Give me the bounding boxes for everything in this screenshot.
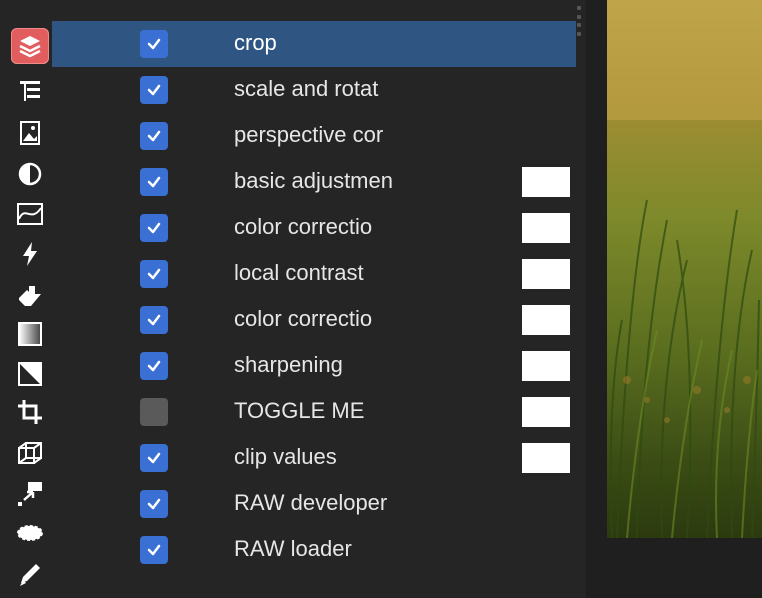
- module-label: basic adjustmen: [234, 168, 393, 193]
- mask-swatch[interactable]: [522, 259, 570, 289]
- checkmark-icon: [146, 266, 162, 282]
- module-row[interactable]: sharpening: [52, 343, 576, 389]
- module-label: color correctio: [234, 306, 373, 331]
- tool-gradient-button[interactable]: [11, 316, 49, 352]
- checkmark-icon: [146, 220, 162, 236]
- checkmark-icon: [146, 82, 162, 98]
- module-checkbox[interactable]: [140, 76, 168, 104]
- checkmark-icon: [146, 36, 162, 52]
- diagonal-icon: [15, 359, 45, 389]
- checkmark-icon: [146, 174, 162, 190]
- module-checkbox[interactable]: [140, 306, 168, 334]
- image-canvas: [586, 0, 762, 598]
- mask-swatch[interactable]: [522, 305, 570, 335]
- lightning-icon: [15, 239, 45, 269]
- layers-icon: [15, 31, 45, 61]
- tool-tree-button[interactable]: [11, 73, 49, 109]
- module-row[interactable]: perspective cor: [52, 113, 576, 159]
- ellipse-icon: [15, 518, 45, 548]
- module-row[interactable]: crop: [52, 21, 576, 67]
- module-checkbox[interactable]: [140, 30, 168, 58]
- module-row[interactable]: color correctio: [52, 297, 576, 343]
- tool-dropper-button[interactable]: [11, 277, 49, 313]
- module-checkbox[interactable]: [140, 444, 168, 472]
- module-label: TOGGLE ME: [234, 398, 365, 423]
- checkmark-icon: [146, 312, 162, 328]
- module-label: RAW developer: [234, 490, 388, 515]
- module-checkbox[interactable]: [140, 122, 168, 150]
- module-label: clip values: [234, 444, 337, 469]
- tool-cube-button[interactable]: [11, 436, 49, 472]
- tool-curve-button[interactable]: [11, 196, 49, 232]
- module-label: RAW loader: [234, 536, 352, 561]
- photo-preview: [607, 0, 762, 538]
- module-label: sharpening: [234, 352, 343, 377]
- checkmark-icon: [146, 128, 162, 144]
- module-checkbox[interactable]: [140, 536, 168, 564]
- module-label: scale and rotat: [234, 76, 379, 101]
- dropper-icon: [15, 280, 45, 310]
- module-checkbox[interactable]: [140, 260, 168, 288]
- module-row[interactable]: RAW developer: [52, 481, 576, 527]
- transform-icon: [15, 479, 45, 509]
- module-checkbox[interactable]: [140, 398, 168, 426]
- module-row[interactable]: color correctio: [52, 205, 576, 251]
- mask-swatch[interactable]: [522, 213, 570, 243]
- module-checkbox[interactable]: [140, 490, 168, 518]
- mask-swatch[interactable]: [522, 443, 570, 473]
- gradient-icon: [15, 319, 45, 349]
- module-checkbox[interactable]: [140, 214, 168, 242]
- module-list: crop scale and rotat perspective cor basic …: [52, 0, 586, 598]
- module-label: local contrast: [234, 260, 364, 285]
- checkmark-icon: [146, 358, 162, 374]
- tool-lightning-button[interactable]: [11, 236, 49, 272]
- tool-layers-button[interactable]: [11, 28, 49, 64]
- tool-crop-button[interactable]: [11, 394, 49, 430]
- module-row[interactable]: local contrast: [52, 251, 576, 297]
- scroll-grip[interactable]: [576, 6, 582, 36]
- checkmark-icon: [146, 450, 162, 466]
- mask-swatch[interactable]: [522, 397, 570, 427]
- module-checkbox[interactable]: [140, 352, 168, 380]
- module-row[interactable]: TOGGLE ME: [52, 389, 576, 435]
- image-icon: [15, 118, 45, 148]
- tool-transform-button[interactable]: [11, 476, 49, 512]
- module-row[interactable]: scale and rotat: [52, 67, 576, 113]
- crop-icon: [15, 397, 45, 427]
- cube-icon: [15, 439, 45, 469]
- tool-ellipse-button[interactable]: [11, 515, 49, 551]
- checkmark-icon: [146, 496, 162, 512]
- contrast-icon: [15, 159, 45, 189]
- tool-strip: [0, 0, 52, 598]
- module-row[interactable]: RAW loader: [52, 527, 576, 573]
- module-label: color correctio: [234, 214, 373, 239]
- tool-image-button[interactable]: [11, 115, 49, 151]
- tool-diagonal-button[interactable]: [11, 356, 49, 392]
- mask-swatch[interactable]: [522, 167, 570, 197]
- module-label: crop: [234, 30, 277, 55]
- module-row[interactable]: basic adjustmen: [52, 159, 576, 205]
- module-label: perspective cor: [234, 122, 384, 147]
- tool-pencil-button[interactable]: [11, 556, 49, 592]
- checkmark-icon: [146, 542, 162, 558]
- module-checkbox[interactable]: [140, 168, 168, 196]
- pencil-icon: [15, 559, 45, 589]
- tree-icon: [15, 76, 45, 106]
- module-row[interactable]: clip values: [52, 435, 576, 481]
- curve-icon: [15, 199, 45, 229]
- mask-swatch[interactable]: [522, 351, 570, 381]
- tool-contrast-button[interactable]: [11, 156, 49, 192]
